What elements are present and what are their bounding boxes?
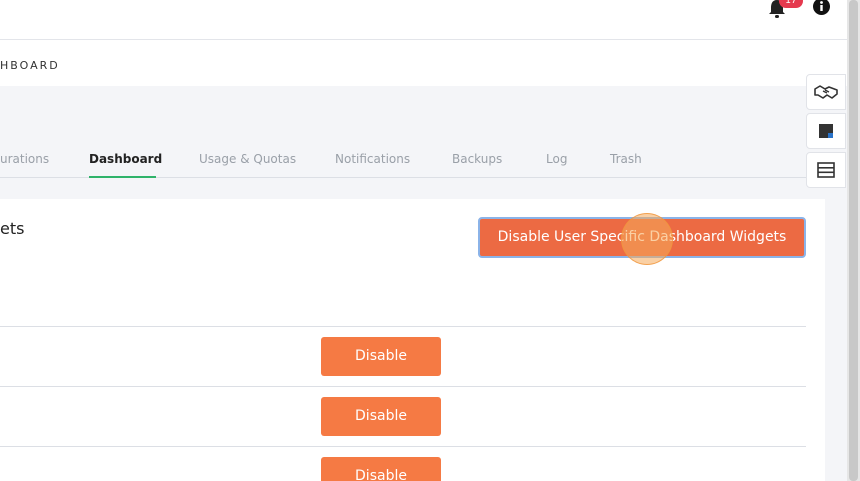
info-icon[interactable] bbox=[813, 0, 830, 15]
tab-configurations[interactable]: urations bbox=[0, 152, 49, 166]
notification-badge: 17 bbox=[779, 0, 803, 8]
list-tool-button[interactable] bbox=[806, 152, 846, 188]
scrollbar-thumb[interactable] bbox=[849, 0, 858, 481]
sticky-note-tool-button[interactable] bbox=[806, 113, 846, 149]
panel-title: ets bbox=[0, 219, 25, 238]
tab-dashboard[interactable]: Dashboard bbox=[89, 152, 162, 166]
handshake-tool-button[interactable] bbox=[806, 74, 846, 110]
row-divider bbox=[0, 446, 806, 447]
tab-bar: urations Dashboard Usage & Quotas Notifi… bbox=[0, 140, 806, 178]
tab-usage-quotas[interactable]: Usage & Quotas bbox=[199, 152, 296, 166]
handshake-icon bbox=[814, 85, 838, 99]
sticky-note-icon bbox=[819, 124, 833, 138]
top-bar bbox=[0, 0, 847, 40]
row-divider bbox=[0, 386, 806, 387]
breadcrumb: HBOARD bbox=[0, 59, 60, 72]
tab-trash[interactable]: Trash bbox=[610, 152, 642, 166]
click-indicator bbox=[621, 213, 673, 265]
row-divider bbox=[0, 326, 806, 327]
tab-backups[interactable]: Backups bbox=[452, 152, 502, 166]
tab-log[interactable]: Log bbox=[546, 152, 567, 166]
disable-button[interactable]: Disable bbox=[321, 457, 441, 481]
disable-button[interactable]: Disable bbox=[321, 337, 441, 376]
active-tab-indicator bbox=[89, 176, 156, 178]
list-icon bbox=[817, 162, 835, 178]
disable-button[interactable]: Disable bbox=[321, 397, 441, 436]
breadcrumb-bar bbox=[0, 40, 847, 86]
tab-notifications[interactable]: Notifications bbox=[335, 152, 410, 166]
